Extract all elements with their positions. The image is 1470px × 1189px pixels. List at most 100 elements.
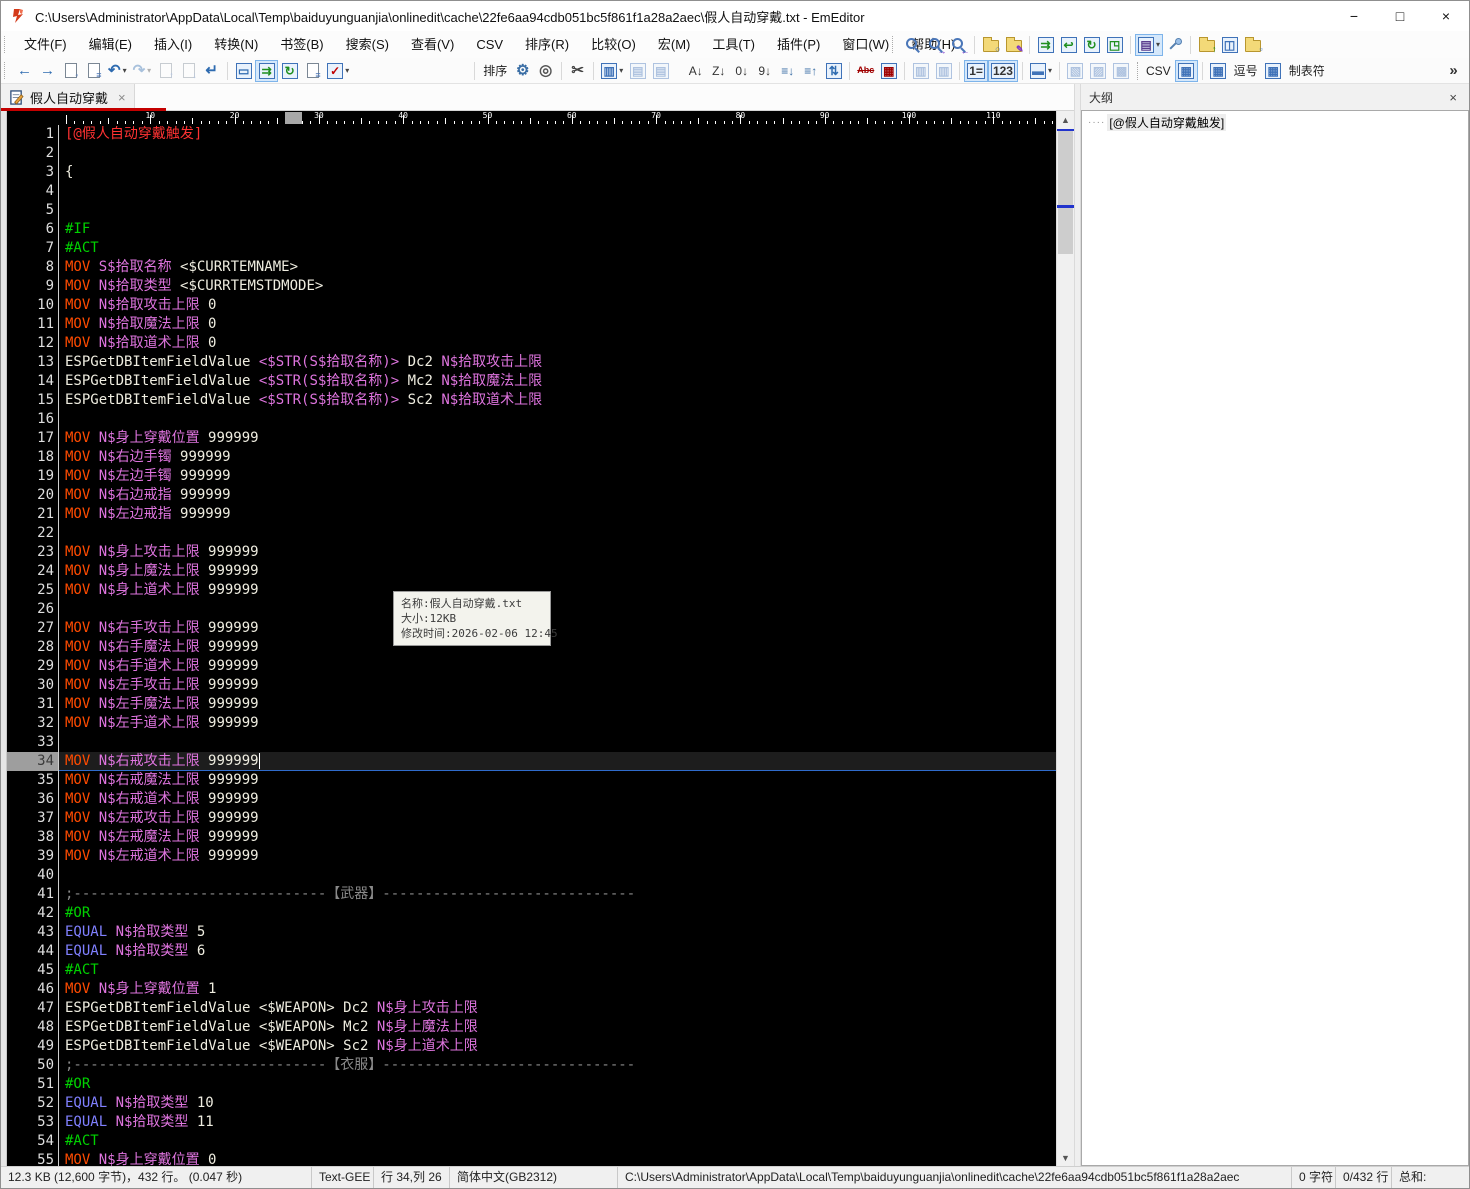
code-line-12[interactable]: 12MOV N$拾取道术上限 0 <box>7 334 1056 353</box>
code-line-16[interactable]: 16 <box>7 410 1056 429</box>
code-line-34[interactable]: 34MOV N$右戒攻击上限 999999 <box>7 752 1056 771</box>
find-previous-icon[interactable]: ← <box>947 34 970 56</box>
close-button[interactable]: × <box>1423 1 1469 31</box>
code-line-11[interactable]: 11MOV N$拾取魔法上限 0 <box>7 315 1056 334</box>
code-line-20[interactable]: 20MOV N$右边戒指 999999 <box>7 486 1056 505</box>
code-line-39[interactable]: 39MOV N$左戒道术上限 999999 <box>7 847 1056 866</box>
menu-item-9[interactable]: 比较(O) <box>580 37 647 52</box>
code-line-54[interactable]: 54#ACT <box>7 1132 1056 1151</box>
external-tools-icon[interactable]: ↑ <box>1195 34 1218 56</box>
insert-newline-icon[interactable]: ↵ <box>200 60 223 82</box>
code-line-44[interactable]: 44EQUAL N$拾取类型 6 <box>7 942 1056 961</box>
minimize-button[interactable]: − <box>1331 1 1377 31</box>
find-icon[interactable] <box>901 34 924 56</box>
code-line-15[interactable]: 15ESPGetDBItemFieldValue <$STR(S$拾取名称)> … <box>7 391 1056 410</box>
code-line-31[interactable]: 31MOV N$左手魔法上限 999999 <box>7 695 1056 714</box>
syntax-check-icon[interactable]: ✓▾ <box>324 60 352 82</box>
maximize-button[interactable]: □ <box>1377 1 1423 31</box>
outline-toggle-button-dropdown-arrow[interactable]: ▾ <box>1156 40 1160 49</box>
compare-documents-icon[interactable]: ◫ <box>1218 34 1241 56</box>
mark-duplicate-lines-icon[interactable]: ▦ <box>877 60 900 82</box>
code-line-17[interactable]: 17MOV N$身上穿戴位置 999999 <box>7 429 1056 448</box>
code-line-14[interactable]: 14ESPGetDBItemFieldValue <$STR(S$拾取名称)> … <box>7 372 1056 391</box>
code-line-43[interactable]: 43EQUAL N$拾取类型 5 <box>7 923 1056 942</box>
menu-item-2[interactable]: 插入(I) <box>143 37 203 52</box>
code-line-38[interactable]: 38MOV N$左戒魔法上限 999999 <box>7 828 1056 847</box>
code-line-8[interactable]: 8MOV S$拾取名称 <$CURRTEMNAME> <box>7 258 1056 277</box>
menu-item-8[interactable]: 排序(R) <box>514 37 580 52</box>
code-line-52[interactable]: 52EQUAL N$拾取类型 10 <box>7 1094 1056 1113</box>
menu-item-12[interactable]: 插件(P) <box>766 37 831 52</box>
search-previous-document-icon[interactable]: ↩ <box>1057 34 1080 56</box>
find-in-files-icon[interactable]: ○ <box>979 34 1002 56</box>
code-line-35[interactable]: 35MOV N$右戒魔法上限 999999 <box>7 771 1056 790</box>
code-line-32[interactable]: 32MOV N$左手道术上限 999999 <box>7 714 1056 733</box>
sort-disabled-icon[interactable]: ◎ <box>534 60 557 82</box>
toolbar-grip[interactable] <box>892 36 897 53</box>
menu-item-3[interactable]: 转换(N) <box>203 37 269 52</box>
sort-short-to-long-icon[interactable]: ≡↓ <box>776 60 799 82</box>
comma-separated-icon[interactable]: ▦ <box>1207 60 1230 82</box>
ruler-toggle-icon[interactable]: 123 <box>988 60 1018 82</box>
undo-icon-dropdown-arrow[interactable]: ▾ <box>123 66 127 75</box>
code-line-4[interactable]: 4 <box>7 182 1056 201</box>
code-line-42[interactable]: 42#OR <box>7 904 1056 923</box>
menu-item-10[interactable]: 宏(M) <box>647 37 702 52</box>
sort-9-to-0-icon[interactable]: 9↓ <box>753 60 776 82</box>
scroll-down-icon[interactable]: ▼ <box>1057 1149 1074 1166</box>
code-line-45[interactable]: 45#ACT <box>7 961 1056 980</box>
code-line-1[interactable]: 1[@假人自动穿戴触发] <box>7 125 1056 144</box>
sort-settings-icon[interactable]: ⚙ <box>511 60 534 82</box>
search-window-icon[interactable]: ◳ <box>1103 34 1126 56</box>
reload-document-icon[interactable]: ↻ <box>278 60 301 82</box>
back-icon[interactable]: ← <box>13 60 36 82</box>
toolbar-overflow-icon[interactable]: » <box>1442 60 1465 82</box>
code-line-7[interactable]: 7#ACT <box>7 239 1056 258</box>
edit-tools-icon[interactable]: ✂ <box>566 60 589 82</box>
select-columns-icon-dropdown-arrow[interactable]: ▾ <box>619 66 623 75</box>
code-line-51[interactable]: 51#OR <box>7 1075 1056 1094</box>
toolbar-grip[interactable] <box>4 36 9 53</box>
code-line-33[interactable]: 33 <box>7 733 1056 752</box>
reverse-lines-icon[interactable]: ⇅ <box>822 60 845 82</box>
tab-close-icon[interactable]: × <box>118 90 126 105</box>
menu-item-7[interactable]: CSV <box>465 37 514 52</box>
sort-long-to-short-icon[interactable]: ≡↑ <box>799 60 822 82</box>
code-line-53[interactable]: 53EQUAL N$拾取类型 11 <box>7 1113 1056 1132</box>
code-line-50[interactable]: 50;------------------------------【衣服】---… <box>7 1056 1056 1075</box>
code-line-19[interactable]: 19MOV N$左边手镯 999999 <box>7 467 1056 486</box>
sort-a-to-z-icon[interactable]: A↓ <box>684 60 707 82</box>
outline-close-icon[interactable]: × <box>1445 90 1461 105</box>
wrap-by-window-icon[interactable]: ⇉ <box>255 60 278 82</box>
code-line-36[interactable]: 36MOV N$右戒道术上限 999999 <box>7 790 1056 809</box>
document-list-icon[interactable]: ≡ <box>301 60 324 82</box>
code-line-21[interactable]: 21MOV N$左边戒指 999999 <box>7 505 1056 524</box>
code-line-40[interactable]: 40 <box>7 866 1056 885</box>
code-line-23[interactable]: 23MOV N$身上攻击上限 999999 <box>7 543 1056 562</box>
code-line-5[interactable]: 5 <box>7 201 1056 220</box>
code-line-10[interactable]: 10MOV N$拾取攻击上限 0 <box>7 296 1056 315</box>
sort-0-to-9-icon[interactable]: 0↓ <box>730 60 753 82</box>
code-line-13[interactable]: 13ESPGetDBItemFieldValue <$STR(S$拾取名称)> … <box>7 353 1056 372</box>
code-line-29[interactable]: 29MOV N$右手道术上限 999999 <box>7 657 1056 676</box>
menu-item-11[interactable]: 工具(T) <box>701 37 766 52</box>
split-window-icon[interactable]: ▭ <box>232 60 255 82</box>
replace-in-files-icon[interactable]: ✎ <box>1002 34 1025 56</box>
search-all-open-documents-icon[interactable]: ⇉ <box>1034 34 1057 56</box>
select-columns-icon[interactable]: ▥▾ <box>598 60 626 82</box>
find-next-icon[interactable]: → <box>924 34 947 56</box>
heading-row-icon-dropdown-arrow[interactable]: ▾ <box>1048 66 1052 75</box>
menu-item-0[interactable]: 文件(F) <box>13 37 78 52</box>
line-numbers-toggle-icon[interactable]: 1= <box>964 60 988 82</box>
code-line-55[interactable]: 55MOV N$身上穿戴位置 0 <box>7 1151 1056 1166</box>
toolbar-grip[interactable] <box>4 62 9 79</box>
code-line-22[interactable]: 22 <box>7 524 1056 543</box>
code-line-49[interactable]: 49ESPGetDBItemFieldValue <$WEAPON> Sc2 N… <box>7 1037 1056 1056</box>
code-line-48[interactable]: 48ESPGetDBItemFieldValue <$WEAPON> Mc2 N… <box>7 1018 1056 1037</box>
outline-toggle-button[interactable]: ▤▾ <box>1135 34 1163 56</box>
sort-z-to-a-icon[interactable]: Z↓ <box>707 60 730 82</box>
replace-document-icon[interactable]: ≡ <box>82 60 105 82</box>
menu-item-6[interactable]: 查看(V) <box>400 37 465 52</box>
code-line-46[interactable]: 46MOV N$身上穿戴位置 1 <box>7 980 1056 999</box>
code-line-24[interactable]: 24MOV N$身上魔法上限 999999 <box>7 562 1056 581</box>
